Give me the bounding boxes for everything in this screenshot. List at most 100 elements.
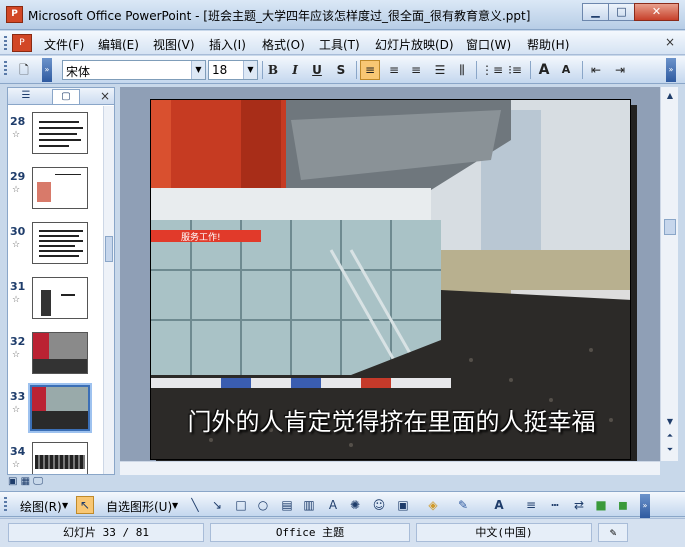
animation-star-icon: ☆ — [12, 350, 21, 360]
thumbnail-image — [32, 167, 88, 209]
underline-button[interactable]: U — [307, 60, 327, 80]
draw-menu-button[interactable]: 绘图(R) — [20, 498, 62, 515]
slideshow-view-icon[interactable]: 🖵 — [33, 476, 43, 487]
align-center-button[interactable]: ≡ — [384, 60, 404, 80]
menu-window[interactable]: 窗口(W) — [466, 36, 511, 53]
toolbar-grip[interactable] — [4, 497, 7, 511]
current-slide[interactable]: 服务工作! 门外的人肯定觉得挤在里面的人挺幸福 — [150, 99, 631, 460]
menu-help[interactable]: 帮助(H) — [527, 36, 569, 53]
shadow-button[interactable]: S — [331, 60, 351, 80]
italic-button[interactable]: I — [285, 60, 305, 80]
scroll-down-icon[interactable]: ▼ — [663, 415, 677, 429]
increase-font-button[interactable]: A — [534, 60, 554, 80]
slide-thumbnail-33[interactable]: 33 ☆ — [8, 383, 102, 433]
chevron-down-icon[interactable]: ▼ — [62, 501, 68, 510]
vertical-scroll-thumb[interactable] — [664, 219, 676, 235]
animation-star-icon: ☆ — [12, 295, 21, 305]
minimize-button[interactable]: ▁ — [582, 3, 609, 21]
slide-thumbnail-28[interactable]: 28 ☆ — [8, 110, 102, 158]
line-tool-button[interactable]: ╲ — [186, 496, 204, 514]
document-close-icon[interactable]: × — [665, 35, 675, 49]
arrow-style-button[interactable]: ⇄ — [570, 496, 588, 514]
vertical-text-button[interactable]: ⫼ — [452, 60, 472, 80]
chevron-down-icon[interactable]: ▼ — [172, 501, 178, 510]
bullets-button[interactable]: ⁝≡ — [505, 60, 525, 80]
menu-view[interactable]: 视图(V) — [153, 36, 195, 53]
select-objects-button[interactable]: ↖ — [76, 496, 94, 514]
slide-sorter-view-icon[interactable]: ▦ — [21, 476, 30, 487]
outline-tab[interactable]: ☰ — [12, 89, 40, 104]
align-right-button[interactable]: ≡ — [406, 60, 426, 80]
textbox-icon: ▤ — [281, 498, 293, 512]
document-icon[interactable]: P — [12, 34, 32, 52]
toolbar-grip[interactable] — [4, 61, 7, 75]
powerpoint-icon[interactable]: P — [6, 6, 23, 23]
close-button[interactable]: ✕ — [634, 3, 679, 21]
menu-file[interactable]: 文件(F) — [44, 36, 84, 53]
distribute-button[interactable]: ☰ — [430, 60, 450, 80]
next-slide-icon[interactable]: ⏷ — [663, 443, 677, 457]
title-bar: P Microsoft Office PowerPoint - [班会主题_大学… — [0, 0, 685, 30]
autoshapes-menu-button[interactable]: 自选图形(U) — [106, 498, 172, 515]
maximize-button[interactable]: □ — [608, 3, 635, 21]
line-style-button[interactable]: ≡ — [522, 496, 540, 514]
clipart-button[interactable]: ☺ — [370, 496, 388, 514]
slide-thumbnail-34[interactable]: 34 ☆ — [8, 440, 102, 474]
line-color-button[interactable]: ✎ — [454, 496, 472, 514]
chevron-down-icon[interactable]: ▼ — [243, 61, 257, 79]
toolbar-overflow-button[interactable]: » — [666, 58, 676, 82]
horizontal-scrollbar[interactable] — [120, 461, 660, 475]
menu-edit[interactable]: 编辑(E) — [98, 36, 139, 53]
slide-number: 33 — [10, 390, 26, 403]
textbox-tool-button[interactable]: ▤ — [278, 496, 296, 514]
insert-picture-button[interactable]: ▣ — [394, 496, 412, 514]
font-size-combo[interactable]: 18 ▼ — [208, 60, 258, 80]
slide-editing-area: 服务工作! 门外的人肯定觉得挤在里面的人挺幸福 — [120, 87, 660, 475]
toolbar-grip[interactable] — [4, 36, 7, 50]
arrow-tool-button[interactable]: ↘ — [208, 496, 226, 514]
slide-thumbnail-31[interactable]: 31 ☆ — [8, 275, 102, 323]
pane-scroll-thumb[interactable] — [105, 236, 113, 262]
slide-thumbnail-30[interactable]: 30 ☆ — [8, 220, 102, 268]
menu-insert[interactable]: 插入(I) — [209, 36, 246, 53]
slide-thumbnail-32[interactable]: 32 ☆ — [8, 330, 102, 378]
rectangle-icon: □ — [235, 498, 247, 512]
new-document-icon[interactable]: 🗋 — [14, 60, 34, 80]
wordart-button[interactable]: A — [324, 496, 342, 514]
diagram-button[interactable]: ✺ — [346, 496, 364, 514]
rectangle-tool-button[interactable]: □ — [232, 496, 250, 514]
menu-tools[interactable]: 工具(T) — [319, 36, 360, 53]
pane-close-icon[interactable]: × — [100, 89, 110, 103]
3d-style-button[interactable]: ◼ — [614, 496, 632, 514]
numbering-button[interactable]: ⋮≡ — [481, 60, 503, 80]
font-color-button[interactable]: A — [490, 496, 508, 514]
fill-color-button[interactable]: ◈ — [424, 496, 442, 514]
bold-button[interactable]: B — [263, 60, 283, 80]
pane-scrollbar[interactable] — [103, 106, 114, 474]
chevron-down-icon[interactable]: ▼ — [191, 61, 205, 79]
theme-status[interactable]: Office 主题 — [210, 523, 410, 542]
dash-style-button[interactable]: ┅ — [546, 496, 564, 514]
oval-tool-button[interactable]: ○ — [254, 496, 272, 514]
animation-star-icon: ☆ — [12, 460, 21, 470]
decrease-indent-button[interactable]: ⇤ — [586, 60, 606, 80]
slide-caption[interactable]: 门外的人肯定觉得挤在里面的人挺幸福 — [151, 402, 630, 437]
normal-view-icon[interactable]: ▣ — [8, 476, 17, 487]
shadow-style-button[interactable]: ■ — [592, 496, 610, 514]
toolbar-overflow-button[interactable]: » — [640, 494, 650, 518]
decrease-font-button[interactable]: A — [556, 60, 576, 80]
spellcheck-icon[interactable]: ✎ — [598, 523, 628, 542]
previous-slide-icon[interactable]: ⏶ — [663, 429, 677, 443]
slide-thumbnail-29[interactable]: 29 ☆ — [8, 165, 102, 213]
slides-tab[interactable]: ▢ — [52, 89, 80, 104]
vertical-scrollbar[interactable]: ▲ ▼ ⏶ ⏷ — [660, 87, 678, 461]
language-status[interactable]: 中文(中国) — [416, 523, 592, 542]
increase-indent-button[interactable]: ⇥ — [610, 60, 630, 80]
font-name-combo[interactable]: 宋体 ▼ — [62, 60, 206, 80]
toolbar-overflow-button[interactable]: » — [42, 58, 52, 82]
menu-format[interactable]: 格式(O) — [262, 36, 305, 53]
scroll-up-icon[interactable]: ▲ — [663, 89, 677, 103]
align-left-button[interactable]: ≡ — [360, 60, 380, 80]
menu-slideshow[interactable]: 幻灯片放映(D) — [375, 36, 454, 53]
vertical-textbox-button[interactable]: ▥ — [300, 496, 318, 514]
